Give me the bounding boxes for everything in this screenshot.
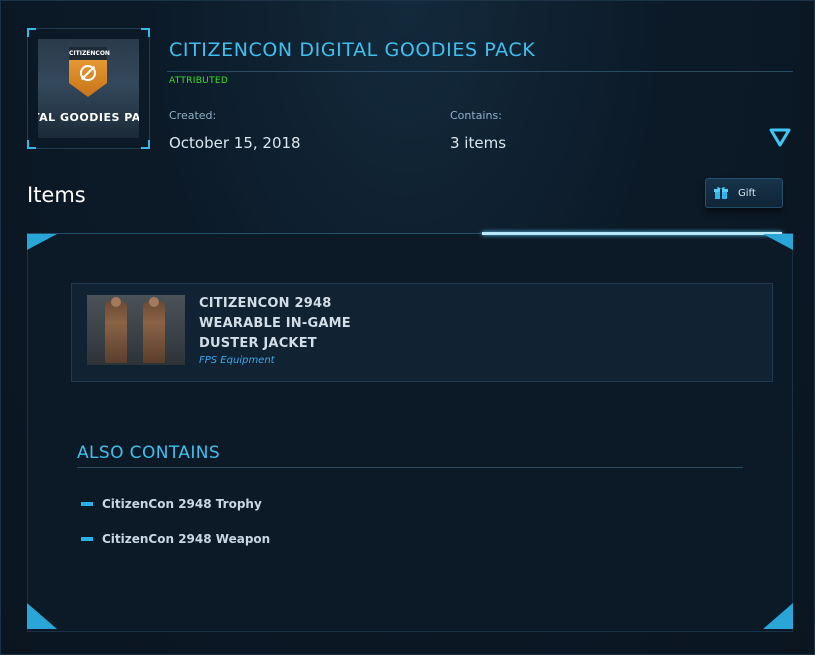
item-type: FPS Equipment <box>199 355 275 366</box>
pledge-thumbnail-frame[interactable]: CITIZENCON TAL GOODIES PA <box>27 28 150 149</box>
gift-box-icon <box>714 187 728 199</box>
badge-label: CITIZENCON <box>69 47 110 60</box>
created-value: October 15, 2018 <box>169 134 301 152</box>
thumbnail-caption: TAL GOODIES PA <box>38 111 139 124</box>
pledge-title: CITIZENCON DIGITAL GOODIES PACK <box>169 39 536 61</box>
panel-corner-decoration <box>27 603 57 629</box>
list-item: CitizenCon 2948 Trophy <box>81 497 262 511</box>
item-name: CITIZENCON 2948 WEARABLE IN-GAME DUSTER … <box>199 296 351 351</box>
panel-highlight <box>482 232 782 235</box>
panel-corner-decoration <box>763 603 793 629</box>
bullet-icon <box>81 502 93 506</box>
also-contains-divider <box>77 467 743 468</box>
panel-corner-decoration <box>763 234 793 250</box>
panel-corner-decoration <box>27 234 57 250</box>
status-badge: ATTRIBUTED <box>169 76 229 86</box>
contains-value: 3 items <box>450 134 507 152</box>
gift-button-label: Gift <box>738 187 756 199</box>
chevron-down-icon[interactable] <box>769 128 791 148</box>
created-label: Created: <box>169 109 217 122</box>
item-image <box>87 295 185 365</box>
contains-label: Contains: <box>450 109 502 122</box>
list-item: CitizenCon 2948 Weapon <box>81 532 270 546</box>
items-heading: Items <box>27 183 86 207</box>
item-card[interactable]: CITIZENCON 2948 WEARABLE IN-GAME DUSTER … <box>71 283 773 382</box>
pledge-thumbnail: CITIZENCON TAL GOODIES PA <box>38 39 139 138</box>
gift-button[interactable]: Gift <box>705 178 783 208</box>
title-divider <box>167 71 793 72</box>
pledge-page: CITIZENCON TAL GOODIES PA CITIZENCON DIG… <box>0 0 815 655</box>
bullet-icon <box>81 537 93 541</box>
also-contains-heading: ALSO CONTAINS <box>77 443 221 463</box>
